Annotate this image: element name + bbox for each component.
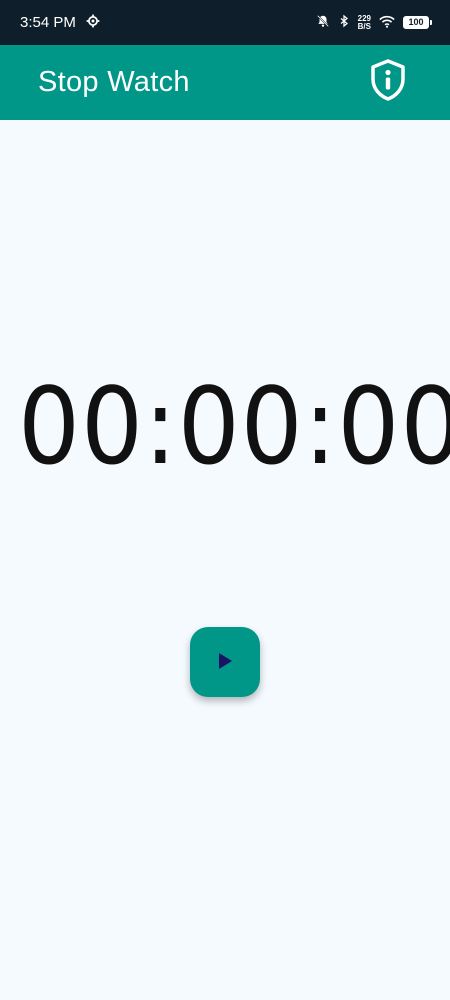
play-icon [217,652,233,673]
app-title: Stop Watch [38,66,190,98]
status-bar: 3:54 PM 229 B/S 100 [0,0,450,45]
wifi-icon [379,15,395,31]
battery-tip [430,20,432,25]
play-button[interactable] [190,627,260,697]
status-time: 3:54 PM [20,14,76,31]
timer-display: 00:00:00 [18,365,450,488]
status-left: 3:54 PM [20,14,100,32]
battery-icon: 100 [403,16,432,29]
app-bar: Stop Watch [0,45,450,120]
net-speed-unit: B/S [357,21,371,31]
status-right: 229 B/S 100 [316,14,432,31]
bell-off-icon [316,14,330,31]
battery-level: 100 [403,16,429,29]
net-speed: 229 B/S [357,14,371,31]
bluetooth-icon [338,14,350,31]
shield-info-icon [368,58,408,107]
settings-gear-icon [86,14,100,32]
info-button[interactable] [366,58,410,107]
